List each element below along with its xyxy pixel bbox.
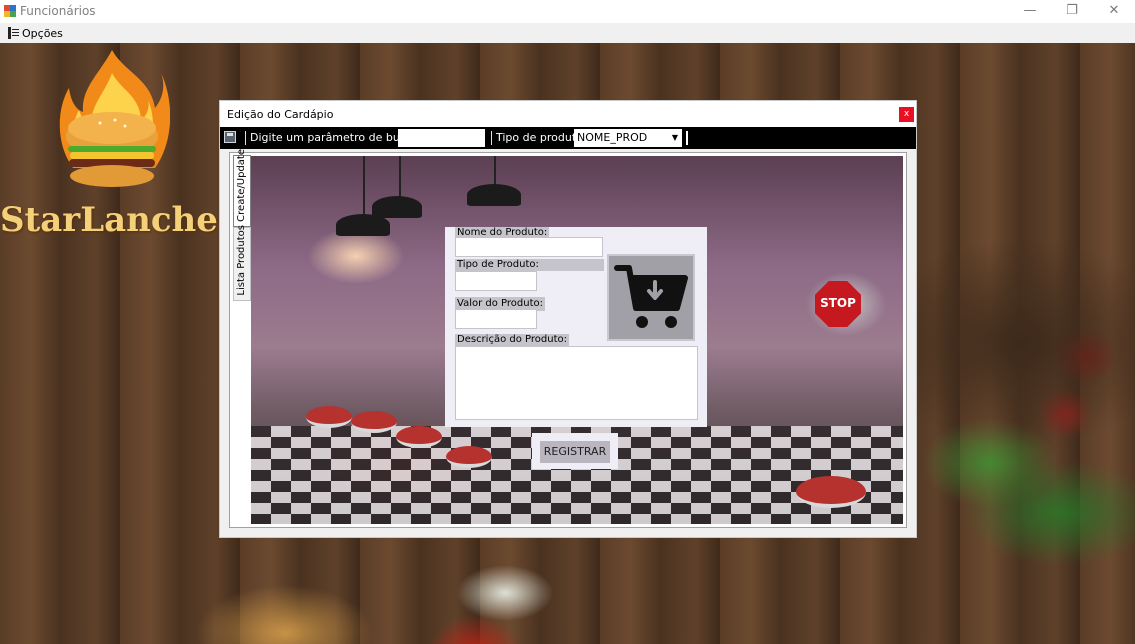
minimize-button[interactable]: —	[1009, 0, 1051, 23]
menu-bar: Opções	[0, 23, 1135, 43]
toolbar-separator	[245, 131, 246, 145]
register-button-frame: REGISTRAR	[532, 433, 618, 469]
lamp-cord	[399, 156, 401, 198]
register-button[interactable]: REGISTRAR	[540, 441, 610, 463]
tab-lista-produtos[interactable]: Lista Produtos	[233, 225, 251, 301]
product-name-input[interactable]	[455, 237, 603, 257]
menu-opcoes-label: Opções	[22, 26, 63, 40]
stop-sign: STOP	[815, 281, 861, 327]
product-form: Nome do Produto: Tipo de Produto: Valor …	[445, 227, 707, 427]
restore-button[interactable]: ❐	[1051, 0, 1093, 23]
product-description-input[interactable]	[455, 346, 698, 420]
diner-stool	[351, 411, 397, 433]
lamp-cord	[363, 156, 365, 216]
edit-menu-dialog: Edição do Cardápio x Digite um parâmetro…	[220, 101, 916, 537]
search-input[interactable]	[398, 129, 485, 147]
burger-fire-logo-icon	[59, 50, 170, 187]
window-titlebar: Funcionários — ❐ ✕	[0, 0, 1135, 23]
search-label: Digite um parâmetro de busca:	[250, 131, 423, 144]
dropdown-arrow-icon: ▼	[671, 133, 678, 142]
toolbar-separator	[686, 131, 688, 145]
dialog-toolbar: Digite um parâmetro de busca: Tipo de pr…	[220, 127, 916, 149]
menu-opcoes[interactable]: Opções	[8, 25, 63, 41]
window-title: Funcionários	[20, 4, 96, 18]
dialog-titlebar: Edição do Cardápio x	[220, 101, 916, 127]
product-description-label: Descrição do Produto:	[455, 334, 569, 346]
product-type-input[interactable]	[455, 271, 537, 291]
dialog-title: Edição do Cardápio	[227, 108, 334, 121]
product-type-select[interactable]: NOME_PROD ▼	[574, 129, 682, 147]
product-type-label: Tipo de produto	[496, 131, 583, 144]
close-button[interactable]: ✕	[1093, 0, 1135, 23]
tab-create-update[interactable]: Create/Update	[233, 149, 251, 227]
brand-name: StarLanches	[0, 200, 238, 240]
cart-download-icon	[614, 265, 688, 328]
lamp-cord	[494, 156, 496, 186]
app-icon	[4, 5, 16, 17]
pendant-lamp	[372, 196, 422, 218]
tab-lista-produtos-label: Lista Produtos	[236, 225, 247, 296]
dialog-close-button[interactable]: x	[899, 107, 914, 122]
product-type-label: Tipo de Produto:	[455, 259, 604, 271]
menu-list-icon	[8, 27, 19, 39]
diner-stool	[306, 406, 352, 428]
diner-stool	[796, 476, 866, 508]
product-type-value: NOME_PROD	[577, 131, 648, 144]
product-image-button[interactable]	[607, 254, 695, 341]
product-value-input[interactable]	[455, 309, 537, 329]
pendant-lamp	[467, 184, 521, 206]
diner-stool	[446, 446, 492, 468]
save-icon[interactable]	[224, 131, 236, 143]
toolbar-separator	[491, 131, 492, 145]
diner-stool	[396, 426, 442, 448]
tab-create-update-label: Create/Update	[236, 149, 247, 222]
